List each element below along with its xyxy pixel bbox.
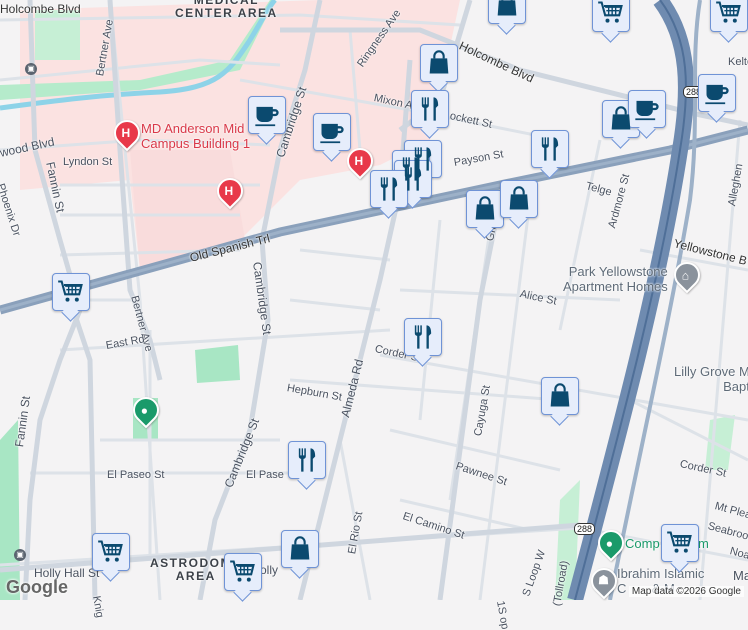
shopping-cart-icon: [229, 558, 257, 586]
coffee-icon: [703, 79, 731, 107]
shopping-bag-marker[interactable]: [488, 0, 526, 24]
shopping-bag-marker[interactable]: [281, 530, 319, 568]
shopping-cart-marker[interactable]: [592, 0, 630, 32]
restaurant-icon: [409, 323, 437, 351]
shopping-cart-icon: [666, 529, 694, 557]
shopping-cart-marker[interactable]: [224, 553, 262, 591]
poi-md-anderson[interactable]: MD Anderson Mid Campus Building 1: [141, 121, 250, 151]
shopping-cart-icon: [57, 278, 85, 306]
shopping-bag-icon: [286, 535, 314, 563]
shopping-bag-icon: [493, 0, 521, 19]
transit-icon[interactable]: ▣: [14, 549, 26, 561]
shopping-bag-marker[interactable]: [466, 190, 504, 228]
street-label: Holcombe Blvd: [0, 2, 81, 16]
shopping-bag-marker[interactable]: [420, 44, 458, 82]
coffee-marker[interactable]: [313, 113, 351, 151]
shopping-bag-icon: [546, 382, 574, 410]
shopping-cart-icon: [97, 538, 125, 566]
street-label: olly: [260, 563, 279, 577]
transit-icon[interactable]: ▣: [25, 63, 37, 75]
street-label: Kelto: [728, 56, 748, 68]
shopping-bag-icon: [505, 185, 533, 213]
highway-288-shield: 288: [574, 523, 596, 535]
poi-park-yellowstone[interactable]: Park Yellowstone Apartment Homes: [563, 264, 668, 294]
coffee-icon: [318, 118, 346, 146]
google-logo: Google: [6, 577, 68, 597]
shopping-cart-marker[interactable]: [52, 273, 90, 311]
shopping-bag-marker[interactable]: [500, 180, 538, 218]
coffee-marker[interactable]: [698, 74, 736, 112]
area-label-medical-center: MEDICAL CENTER AREA: [175, 0, 278, 20]
shopping-cart-icon: [715, 0, 743, 27]
map-attribution[interactable]: Map data ©2026 Google: [628, 586, 744, 597]
restaurant-icon: [293, 446, 321, 474]
shopping-cart-marker[interactable]: [92, 533, 130, 571]
coffee-marker[interactable]: [248, 96, 286, 134]
coffee-marker[interactable]: [628, 90, 666, 128]
street-label: El Paseo St: [107, 469, 165, 481]
park-area: [195, 345, 240, 383]
shopping-cart-marker[interactable]: [661, 524, 699, 562]
street-label: El Pase: [246, 469, 284, 481]
restaurant-icon: [375, 175, 403, 203]
shopping-bag-icon: [471, 195, 499, 223]
road-grand: [437, 199, 503, 600]
restaurant-marker[interactable]: [404, 318, 442, 356]
poi-lilly-grove[interactable]: Lilly Grove M Bapt: [674, 364, 748, 394]
coffee-icon: [253, 101, 281, 129]
shopping-bag-icon: [425, 49, 453, 77]
shopping-cart-icon: [597, 0, 625, 27]
restaurant-marker[interactable]: [531, 130, 569, 168]
restaurant-marker[interactable]: [370, 170, 408, 208]
street-label: Ma: [733, 568, 748, 583]
street-label: Lyndon St: [63, 156, 113, 168]
park-area: [0, 420, 20, 600]
restaurant-icon: [416, 95, 444, 123]
shopping-bag-marker[interactable]: [541, 377, 579, 415]
shopping-bag-icon: [607, 105, 635, 133]
shopping-cart-marker[interactable]: [710, 0, 748, 32]
restaurant-marker[interactable]: [411, 90, 449, 128]
coffee-icon: [633, 95, 661, 123]
restaurant-icon: [536, 135, 564, 163]
street-label: 1S op: [494, 599, 511, 630]
restaurant-icon: [399, 165, 427, 193]
restaurant-marker[interactable]: [288, 441, 326, 479]
park-area: [705, 415, 735, 470]
